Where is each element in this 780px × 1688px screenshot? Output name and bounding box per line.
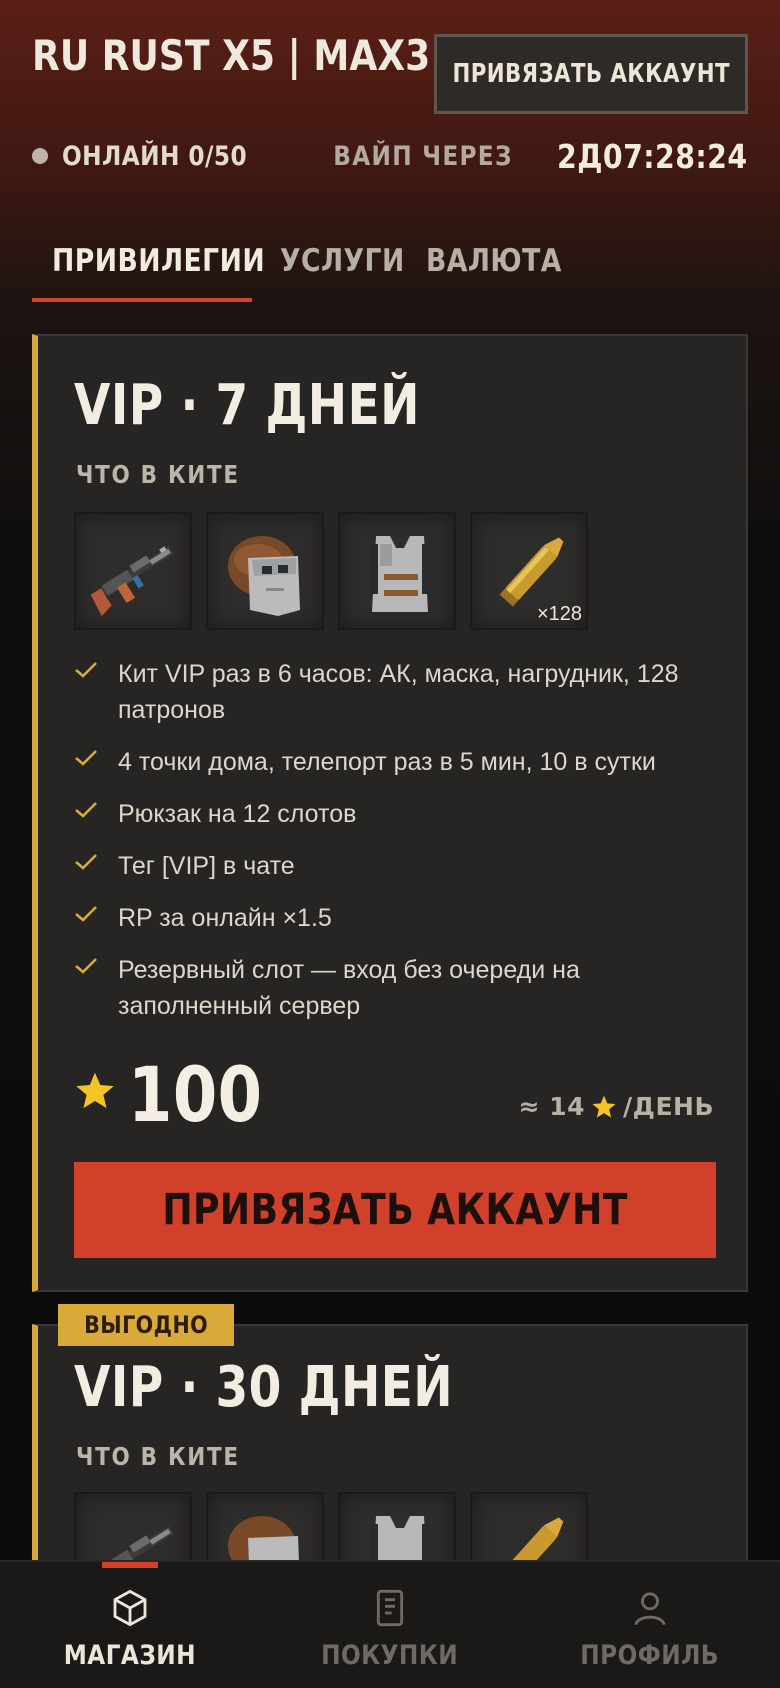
tab-active-underline — [32, 298, 252, 302]
tab-currency-label: ВАЛЮТА — [426, 243, 562, 279]
bottom-nav: МАГАЗИН ПОКУПКИ ПРОФИЛЬ — [0, 1560, 780, 1688]
tab-services[interactable]: УСЛУГИ — [252, 236, 405, 302]
feature-item: 4 точки дома, телепорт раз в 5 мин, 10 в… — [74, 744, 714, 780]
price-value: 100 — [128, 1050, 263, 1139]
nav-shop-label: МАГАЗИН — [63, 1640, 197, 1671]
online-status: ОНЛАЙН 0/50 — [32, 136, 277, 176]
price-per-day: ≈ 14 /ДЕНЬ — [519, 1092, 714, 1121]
link-account-label: ПРИВЯЗАТЬ АККАУНТ — [162, 1185, 628, 1235]
server-title: RU RUST X5 | MAX3 — [32, 31, 431, 80]
check-icon — [74, 796, 118, 825]
kit-item-ammo: ×128 — [470, 512, 588, 630]
check-icon — [74, 656, 118, 685]
check-icon — [74, 952, 118, 981]
tab-privileges-label: ПРИВИЛЕГИИ — [52, 243, 266, 279]
rifle-icon — [90, 545, 174, 617]
feature-text: RP за онлайн ×1.5 — [118, 904, 332, 932]
feature-text: 4 точки дома, телепорт раз в 5 мин, 10 в… — [118, 748, 656, 776]
feature-item: Кит VIP раз в 6 часов: АК, маска, нагруд… — [74, 656, 714, 728]
price-row: 100 ≈ 14 /ДЕНЬ — [74, 1050, 714, 1139]
kit-item-rifle — [74, 512, 192, 630]
wipe-timer: ВАЙП ЧЕРЕЗ 2Д07:28:24 — [304, 134, 748, 178]
badge-label: ВЫГОДНО — [84, 1311, 209, 1339]
wipe-label: ВАЙП ЧЕРЕЗ — [332, 140, 513, 172]
feature-text: Кит VIP раз в 6 часов: АК, маска, нагруд… — [118, 660, 679, 724]
feature-text: Тег [VIP] в чате — [118, 852, 295, 880]
product-card-vip-7: VIP · 7 ДНЕЙ ЧТО В КИТЕ ×128 Кит VIP раз… — [32, 334, 748, 1292]
link-account-header-label: ПРИВЯЗАТЬ АККАУНТ — [452, 59, 730, 89]
metal-facemask-icon — [228, 536, 300, 616]
feature-text: Рюкзак на 12 слотов — [118, 800, 357, 828]
wipe-countdown: 2Д07:28:24 — [557, 136, 748, 176]
chestplate-icon — [370, 536, 430, 612]
best-value-badge: ВЫГОДНО — [58, 1304, 235, 1346]
tab-privileges[interactable]: ПРИВИЛЕГИИ — [32, 236, 265, 302]
product-title: VIP · 7 ДНЕЙ — [74, 373, 420, 438]
product-title: VIP · 30 ДНЕЙ — [74, 1355, 454, 1420]
feature-item: Рюкзак на 12 слотов — [74, 796, 714, 832]
kit-item-chestplate — [338, 512, 456, 630]
star-small-icon — [592, 1095, 616, 1118]
feature-list: Кит VIP раз в 6 часов: АК, маска, нагруд… — [74, 656, 714, 1040]
check-icon — [74, 744, 118, 773]
nav-profile[interactable]: ПРОФИЛЬ — [520, 1562, 780, 1688]
category-tabs: ПРИВИЛЕГИИ УСЛУГИ ВАЛЮТА — [32, 236, 561, 302]
user-icon — [634, 1592, 666, 1626]
kit-item-quantity: ×128 — [536, 603, 582, 625]
feature-item: Резервный слот — вход без очереди на зап… — [74, 952, 714, 1024]
online-count: ОНЛАЙН 0/50 — [62, 140, 248, 172]
online-dot-icon — [32, 148, 48, 164]
box-icon — [113, 1589, 147, 1627]
check-icon — [74, 848, 118, 877]
per-day-suffix: /ДЕНЬ — [623, 1092, 714, 1121]
tab-currency[interactable]: ВАЛЮТА — [402, 236, 561, 302]
link-account-header-button[interactable]: ПРИВЯЗАТЬ АККАУНТ — [434, 34, 748, 114]
tab-services-label: УСЛУГИ — [280, 243, 405, 279]
check-icon — [74, 900, 118, 929]
kit-items: ×128 — [74, 512, 588, 630]
feature-item: RP за онлайн ×1.5 — [74, 900, 714, 936]
nav-profile-label: ПРОФИЛЬ — [580, 1640, 720, 1671]
feature-item: Тег [VIP] в чате — [74, 848, 714, 884]
kit-item-mask — [206, 512, 324, 630]
nav-purchases[interactable]: ПОКУПКИ — [260, 1562, 520, 1688]
kit-label: ЧТО В КИТЕ — [76, 1442, 240, 1471]
feature-text: Резервный слот — вход без очереди на зап… — [118, 956, 580, 1020]
nav-purchases-label: ПОКУПКИ — [321, 1640, 459, 1671]
per-day-prefix: ≈ 14 — [518, 1092, 586, 1121]
link-account-button[interactable]: ПРИВЯЗАТЬ АККАУНТ — [74, 1162, 716, 1258]
star-icon — [76, 1072, 114, 1109]
receipt-icon — [376, 1589, 404, 1627]
nav-shop[interactable]: МАГАЗИН — [0, 1562, 260, 1688]
kit-label: ЧТО В КИТЕ — [76, 460, 240, 489]
nav-active-indicator — [102, 1562, 158, 1568]
